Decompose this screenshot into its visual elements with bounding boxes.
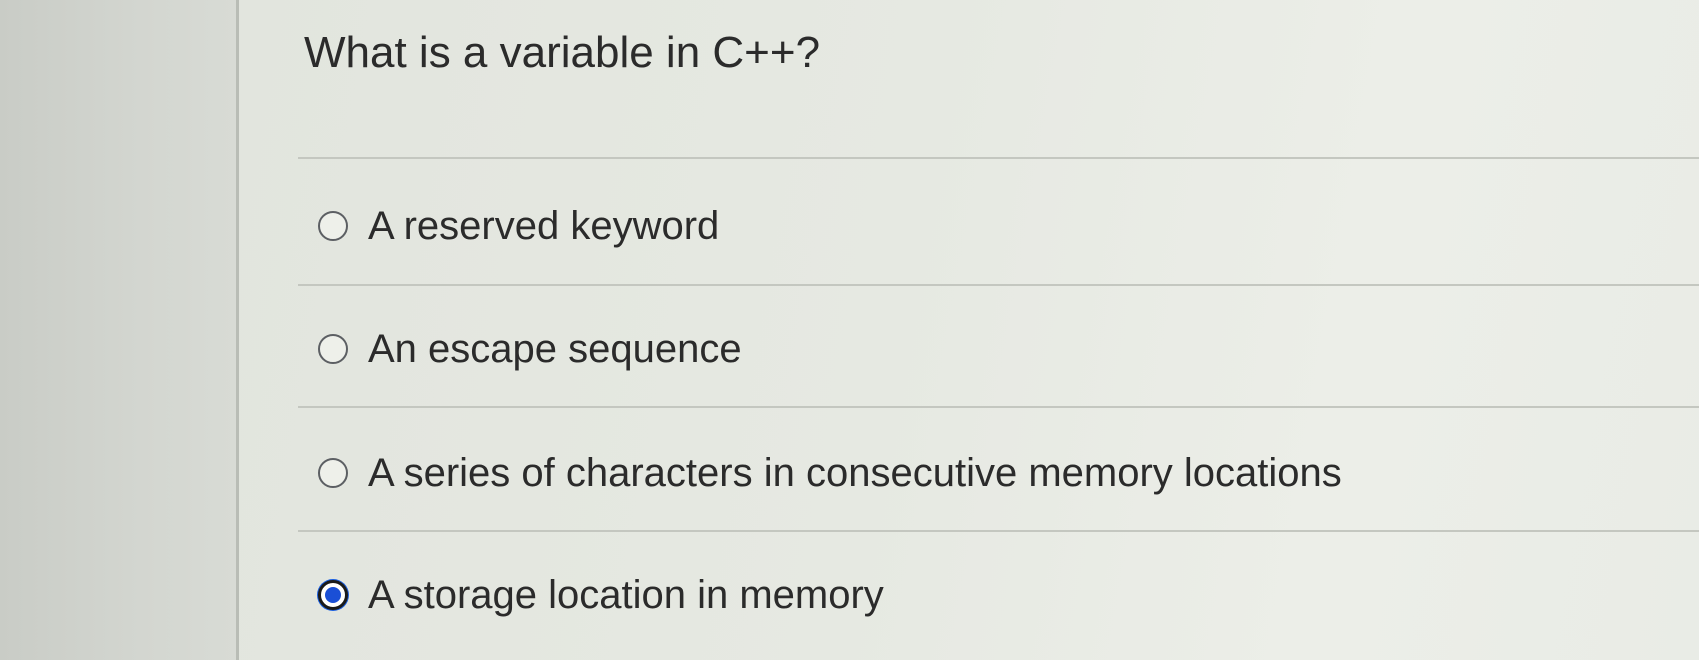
answer-label: A reserved keyword xyxy=(368,203,720,248)
left-gutter xyxy=(0,0,236,660)
radio-button-icon[interactable] xyxy=(318,458,348,488)
answer-label: A storage location in memory xyxy=(368,572,884,617)
divider xyxy=(298,284,1699,286)
answer-label: A series of characters in consecutive me… xyxy=(368,450,1342,495)
question-text: What is a variable in C++? xyxy=(304,28,821,77)
divider xyxy=(298,406,1699,408)
divider xyxy=(298,157,1699,159)
radio-button-icon[interactable] xyxy=(318,211,348,241)
radio-button-selected-icon[interactable] xyxy=(318,580,348,610)
answer-option-1[interactable]: A reserved keyword xyxy=(318,196,719,256)
radio-button-icon[interactable] xyxy=(318,334,348,364)
divider xyxy=(298,530,1699,532)
answer-option-4[interactable]: A storage location in memory xyxy=(318,565,884,625)
answer-label: An escape sequence xyxy=(368,326,742,371)
answer-option-3[interactable]: A series of characters in consecutive me… xyxy=(318,443,1342,503)
answer-option-2[interactable]: An escape sequence xyxy=(318,319,742,379)
